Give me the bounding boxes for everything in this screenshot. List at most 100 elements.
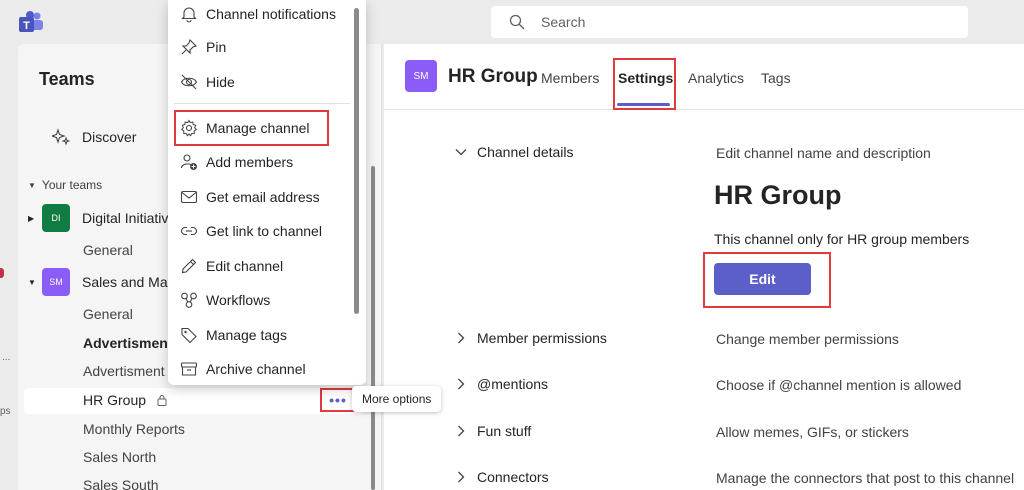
chevron-right-icon <box>458 425 465 437</box>
setting-description: Change member permissions <box>716 331 899 347</box>
channel-name-display: HR Group <box>714 180 842 210</box>
menu-item-hide[interactable]: Hide <box>180 70 235 94</box>
tab-tags[interactable]: Tags <box>761 70 791 86</box>
settings-tab-highlight <box>613 58 676 110</box>
menu-item-label: Channel notifications <box>206 6 336 22</box>
your-teams-header[interactable]: ▼ Your teams <box>28 178 102 192</box>
sparkle-icon <box>52 128 70 146</box>
channel-header: SM HR Group Members Settings Analytics T… <box>384 44 1024 110</box>
menu-item-label: Get email address <box>206 189 320 205</box>
team-digital-initiative[interactable]: ▶ DI Digital Initiativ <box>28 204 168 232</box>
tab-analytics[interactable]: Analytics <box>688 70 744 86</box>
title-bar: T Search <box>0 0 1024 44</box>
fun-stuff-toggle[interactable]: Fun stuff <box>454 423 531 439</box>
chevron-down-icon <box>455 149 467 156</box>
team-sales-and-marketing[interactable]: ▼ SM Sales and Mar <box>28 268 172 296</box>
link-icon <box>180 226 198 236</box>
tab-members[interactable]: Members <box>541 70 599 86</box>
menu-divider <box>174 103 350 104</box>
teams-logo-icon[interactable]: T <box>18 10 44 34</box>
mentions-toggle[interactable]: @mentions <box>454 376 548 392</box>
menu-item-label: Manage tags <box>206 327 287 343</box>
menu-item-label: Pin <box>206 39 227 55</box>
mail-icon <box>180 190 198 204</box>
setting-label: Member permissions <box>477 330 607 346</box>
discover-button[interactable]: Discover <box>52 128 136 146</box>
channel-sales-north[interactable]: Sales North <box>83 449 156 465</box>
channel-sales-south[interactable]: Sales South <box>83 477 159 490</box>
caret-down-icon: ▼ <box>28 180 36 190</box>
channel-advertisment-unread[interactable]: Advertisment <box>83 335 172 351</box>
channel-details-label: Channel details <box>477 144 574 160</box>
menu-item-label: Hide <box>206 74 235 90</box>
channel-details-description: Edit channel name and description <box>716 145 931 161</box>
search-icon <box>509 14 525 30</box>
team-avatar: DI <box>42 204 70 232</box>
channel-general-sm[interactable]: General <box>83 306 133 322</box>
edit-button[interactable]: Edit <box>714 263 811 295</box>
menu-item-label: Archive channel <box>206 361 306 377</box>
team-name: Sales and Mar <box>82 274 173 290</box>
channel-general-di[interactable]: General <box>83 242 133 258</box>
menu-item-label: Workflows <box>206 292 271 308</box>
tag-icon <box>181 327 197 344</box>
pencil-icon <box>181 258 197 274</box>
setting-description: Choose if @channel mention is allowed <box>716 377 962 393</box>
discover-label: Discover <box>82 129 137 145</box>
setting-description: Manage the connectors that post to this … <box>716 470 1015 486</box>
menu-item-manage-tags[interactable]: Manage tags <box>180 323 287 347</box>
channel-advertisment[interactable]: Advertisment <box>83 363 165 379</box>
menu-scrollbar[interactable] <box>354 8 359 314</box>
rail-apps-label[interactable]: ps <box>0 406 11 417</box>
menu-item-archive-channel[interactable]: Archive channel <box>180 357 306 381</box>
pin-icon <box>181 38 198 55</box>
notification-dot <box>0 268 4 278</box>
member-permissions-toggle[interactable]: Member permissions <box>454 330 607 346</box>
team-avatar: SM <box>42 268 70 296</box>
channel-hr-group[interactable]: HR Group ••• <box>24 388 364 414</box>
channel-details-toggle[interactable]: Channel details <box>454 144 574 160</box>
menu-item-edit-channel[interactable]: Edit channel <box>180 254 283 278</box>
menu-item-pin[interactable]: Pin <box>180 35 226 59</box>
bell-icon <box>181 7 197 23</box>
menu-item-get-link-to-channel[interactable]: Get link to channel <box>180 219 322 243</box>
left-panel-scrollbar[interactable] <box>371 166 375 490</box>
menu-item-channel-notifications[interactable]: Channel notifications <box>180 2 336 26</box>
caret-down-icon: ▼ <box>28 277 36 287</box>
channel-settings-pane: SM HR Group Members Settings Analytics T… <box>384 44 1024 490</box>
setting-label: Fun stuff <box>477 423 532 439</box>
app-rail: ... ps <box>0 44 18 490</box>
connectors-toggle[interactable]: Connectors <box>454 469 549 485</box>
eye-off-icon <box>180 74 198 90</box>
chevron-right-icon <box>458 332 465 344</box>
channel-hr-group-label: HR Group <box>83 392 147 408</box>
more-options-button[interactable]: ••• <box>320 388 356 412</box>
menu-item-workflows[interactable]: Workflows <box>180 288 270 312</box>
menu-item-add-members[interactable]: Add members <box>180 150 293 174</box>
setting-label: @mentions <box>477 376 549 392</box>
archive-icon <box>180 362 198 376</box>
manage-channel-highlight <box>174 110 329 146</box>
your-teams-label: Your teams <box>41 178 103 192</box>
svg-text:T: T <box>23 20 30 32</box>
channel-monthly-reports[interactable]: Monthly Reports <box>83 421 185 437</box>
channel-description-display: This channel only for HR group members <box>714 231 970 247</box>
menu-item-get-email-address[interactable]: Get email address <box>180 185 320 209</box>
search-placeholder: Search <box>541 14 586 30</box>
panel-title: Teams <box>39 69 95 89</box>
rail-more-label[interactable]: ... <box>2 352 10 363</box>
menu-item-label: Edit channel <box>206 258 284 274</box>
menu-item-label: Add members <box>206 154 294 170</box>
channel-context-menu: Channel notifications Pin Hide Manage ch… <box>168 0 366 385</box>
setting-description: Allow memes, GIFs, or stickers <box>716 424 909 440</box>
search-input[interactable]: Search <box>491 6 968 38</box>
workflow-icon <box>181 292 197 308</box>
private-channel-icon <box>157 395 167 406</box>
chevron-right-icon <box>458 471 465 483</box>
setting-label: Connectors <box>477 469 549 485</box>
caret-right-icon: ▶ <box>28 213 35 223</box>
menu-item-label: Get link to channel <box>206 223 322 239</box>
channel-title: HR Group <box>448 66 538 87</box>
add-person-icon <box>180 154 197 170</box>
channel-avatar: SM <box>405 60 437 92</box>
